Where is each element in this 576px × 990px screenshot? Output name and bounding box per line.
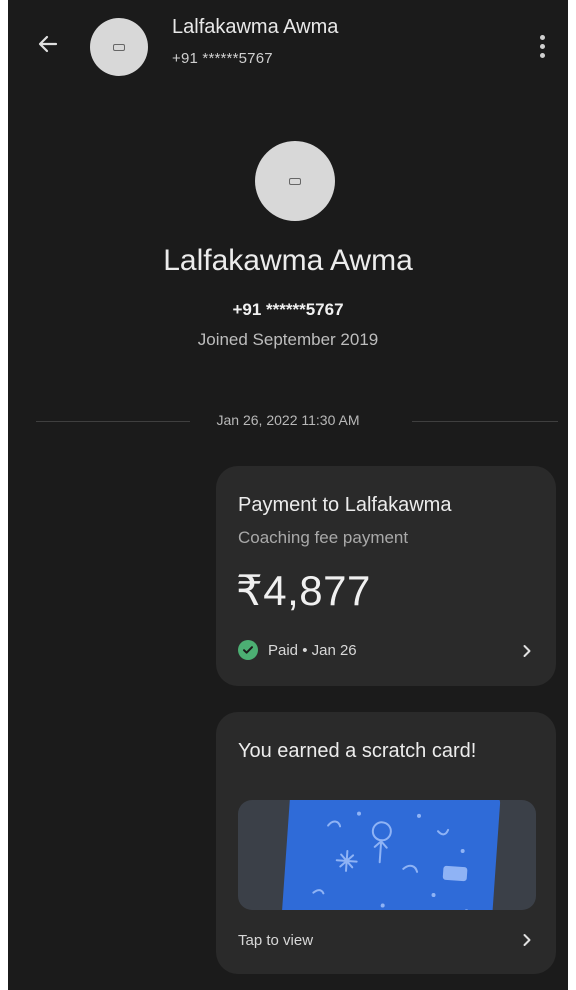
chat-screen: Lalfakawma Awma +91 ******5767 Lalfakawm… <box>8 0 568 990</box>
scratch-card-chevron[interactable] <box>516 929 538 951</box>
avatar-placeholder-icon <box>113 43 125 51</box>
profile-name: Lalfakawma Awma <box>163 244 413 277</box>
arrow-left-icon <box>38 35 58 53</box>
back-button[interactable] <box>30 26 66 62</box>
header-contact-phone: +91 ******5767 <box>172 50 273 67</box>
scratch-card-title: You earned a scratch card! <box>238 740 477 762</box>
check-circle-icon <box>238 640 258 660</box>
payment-amount: ₹4,877 <box>236 567 371 614</box>
more-options-button[interactable] <box>532 30 552 62</box>
scratch-card-preview[interactable] <box>238 800 536 910</box>
scratch-card-icon <box>281 800 501 910</box>
scratch-card[interactable]: You earned a scratch card! Tap to view <box>216 712 556 974</box>
app-bar: Lalfakawma Awma +91 ******5767 <box>8 0 568 80</box>
avatar-placeholder-icon <box>289 177 301 185</box>
profile-avatar <box>255 141 335 221</box>
header-avatar[interactable] <box>90 18 148 76</box>
tap-to-view-label[interactable]: Tap to view <box>238 932 313 949</box>
chevron-right-icon <box>523 934 531 946</box>
payment-card[interactable]: Payment to Lalfakawma Coaching fee payme… <box>216 466 556 686</box>
payment-status-text: Paid • Jan 26 <box>268 641 357 659</box>
profile-phone: +91 ******5767 <box>232 300 344 319</box>
timeline-date: Jan 26, 2022 11:30 AM <box>216 412 360 428</box>
payment-title: Payment to Lalfakawma <box>238 494 452 516</box>
payment-note: Coaching fee payment <box>238 528 409 547</box>
header-contact-name[interactable]: Lalfakawma Awma <box>172 16 338 39</box>
payment-status: Paid • Jan 26 <box>238 640 357 660</box>
profile-joined-date: Joined September 2019 <box>197 330 379 349</box>
chevron-right-icon <box>523 645 531 657</box>
payment-details-chevron[interactable] <box>516 640 538 662</box>
more-vert-icon <box>539 34 545 40</box>
